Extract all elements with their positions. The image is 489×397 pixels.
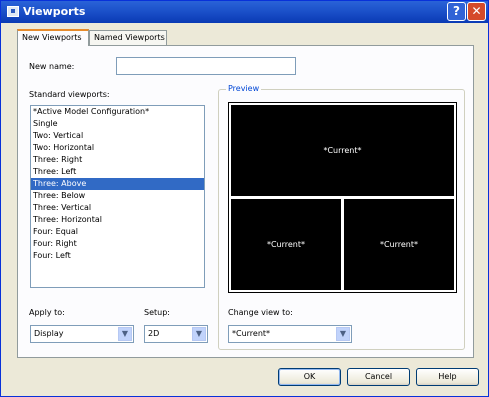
preview-viewport-bottom-right[interactable]: *Current* <box>344 199 454 290</box>
help-button[interactable]: Help <box>416 368 479 386</box>
apply-to-value: Display <box>34 329 64 338</box>
list-item[interactable]: Single <box>31 118 204 130</box>
new-name-label: New name: <box>29 62 75 71</box>
apply-to-label: Apply to: <box>29 308 65 317</box>
list-item[interactable]: Three: Horizontal <box>31 214 204 226</box>
apply-to-select[interactable]: Display ▼ <box>30 325 134 343</box>
standard-viewports-list[interactable]: *Active Model Configuration* Single Two:… <box>30 105 205 288</box>
ok-button[interactable]: OK <box>278 368 341 386</box>
chevron-down-icon[interactable]: ▼ <box>192 327 206 341</box>
standard-viewports-label: Standard viewports: <box>29 90 110 99</box>
titlebar-close-button[interactable]: ✕ <box>467 2 486 21</box>
list-item[interactable]: Three: Right <box>31 154 204 166</box>
change-view-select[interactable]: *Current* ▼ <box>228 325 352 343</box>
list-item[interactable]: Three: Left <box>31 166 204 178</box>
list-item[interactable]: Three: Vertical <box>31 202 204 214</box>
list-item[interactable]: Four: Left <box>31 250 204 262</box>
titlebar-help-button[interactable]: ? <box>447 2 466 21</box>
setup-label: Setup: <box>144 308 170 317</box>
list-item[interactable]: Three: Below <box>31 190 204 202</box>
viewports-app-icon <box>7 6 19 17</box>
tab-named-viewports[interactable]: Named Viewports <box>89 30 167 45</box>
setup-value: 2D <box>148 329 160 338</box>
change-view-label: Change view to: <box>228 308 293 317</box>
preview-viewport-top[interactable]: *Current* <box>231 105 454 196</box>
list-item[interactable]: Two: Horizontal <box>31 142 204 154</box>
list-item-selected[interactable]: Three: Above <box>31 178 204 190</box>
list-item[interactable]: Two: Vertical <box>31 130 204 142</box>
window-title: Viewports <box>23 5 86 18</box>
cancel-button[interactable]: Cancel <box>347 368 410 386</box>
new-name-input[interactable] <box>116 57 296 75</box>
list-item[interactable]: Four: Right <box>31 238 204 250</box>
list-item[interactable]: *Active Model Configuration* <box>31 106 204 118</box>
tab-new-viewports[interactable]: New Viewports <box>17 29 89 46</box>
title-bar[interactable]: Viewports ? ✕ <box>1 1 488 23</box>
setup-select[interactable]: 2D ▼ <box>144 325 208 343</box>
preview-viewport-bottom-left[interactable]: *Current* <box>231 199 341 290</box>
preview-area[interactable]: *Current* *Current* *Current* <box>228 102 457 293</box>
chevron-down-icon[interactable]: ▼ <box>118 327 132 341</box>
chevron-down-icon[interactable]: ▼ <box>336 327 350 341</box>
viewports-dialog: Viewports ? ✕ New Viewports Named Viewpo… <box>0 0 489 397</box>
preview-label: Preview <box>226 84 262 93</box>
list-item[interactable]: Four: Equal <box>31 226 204 238</box>
change-view-value: *Current* <box>232 329 271 338</box>
